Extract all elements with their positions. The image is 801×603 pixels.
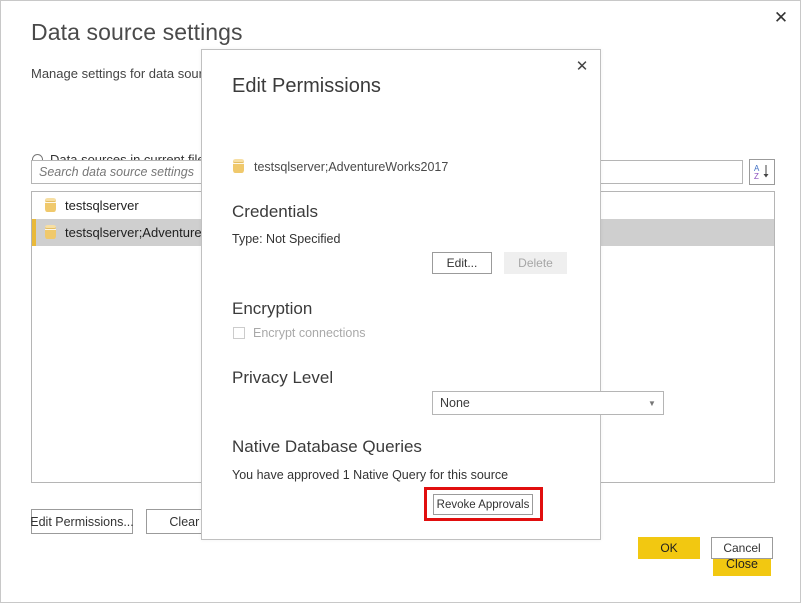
native-queries-description: You have approved 1 Native Query for thi… xyxy=(232,468,509,482)
dialog-source-label: testsqlserver;AdventureWorks2017 xyxy=(254,159,449,174)
chevron-down-icon: ▼ xyxy=(648,398,656,408)
privacy-level-select[interactable]: None ▼ xyxy=(432,391,664,415)
checkbox-indicator-icon xyxy=(233,327,245,339)
privacy-level-value: None xyxy=(440,396,470,410)
encryption-heading: Encryption xyxy=(232,299,313,318)
dialog-source-row: testsqlserver;AdventureWorks2017 xyxy=(233,159,448,174)
privacy-level-heading: Privacy Level xyxy=(232,368,334,387)
credentials-heading: Credentials xyxy=(232,202,318,221)
encrypt-connections-label: Encrypt connections xyxy=(253,326,366,340)
dialog-close-icon[interactable]: ✕ xyxy=(569,54,595,78)
database-icon xyxy=(233,159,244,174)
encrypt-connections-checkbox: Encrypt connections xyxy=(233,326,366,340)
edit-permissions-dialog: ✕ Edit Permissions testsqlserver;Adventu… xyxy=(201,49,773,559)
window-close-icon[interactable]: ✕ xyxy=(766,4,796,30)
svg-text:Z: Z xyxy=(754,172,759,181)
sort-az-descending-icon: A Z xyxy=(754,164,769,181)
list-item-label: testsqlserver xyxy=(65,198,139,213)
data-source-settings-window: ✕ Data source settings Manage settings f… xyxy=(0,0,801,603)
revoke-approvals-button[interactable]: Revoke Approvals xyxy=(433,494,533,515)
page-title: Data source settings xyxy=(31,19,243,45)
database-icon xyxy=(45,198,56,213)
dialog-title: Edit Permissions xyxy=(232,75,381,97)
edit-permissions-button[interactable]: Edit Permissions... xyxy=(30,509,134,534)
credentials-edit-button[interactable]: Edit... xyxy=(432,252,492,274)
credentials-delete-button: Delete xyxy=(504,252,567,274)
ok-button[interactable]: OK xyxy=(638,537,700,559)
page-subtitle: Manage settings for data sour xyxy=(31,66,203,81)
list-item-label: testsqlserver;Adventure xyxy=(65,225,202,240)
native-database-queries-heading: Native Database Queries xyxy=(232,437,422,456)
credentials-type-text: Type: Not Specified xyxy=(232,232,341,246)
database-icon xyxy=(45,225,56,240)
cancel-button[interactable]: Cancel xyxy=(711,537,773,559)
sort-az-button[interactable]: A Z xyxy=(749,159,775,185)
